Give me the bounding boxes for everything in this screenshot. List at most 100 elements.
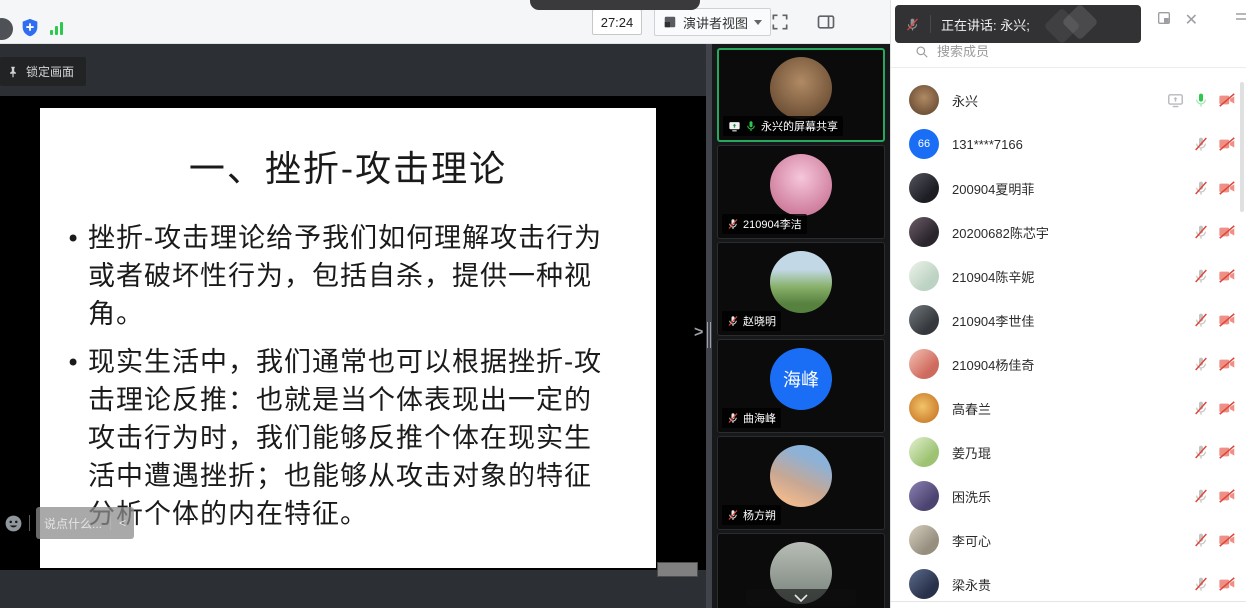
member-row[interactable]: 210904李世佳 xyxy=(891,298,1246,342)
screen-share-icon xyxy=(1167,92,1184,109)
emoji-icon[interactable] xyxy=(4,514,23,533)
expand-strip-chevron[interactable]: > xyxy=(694,324,703,342)
member-status-icons xyxy=(1167,92,1236,109)
mic-muted-icon xyxy=(1193,224,1209,240)
member-name: 210904李世佳 xyxy=(952,311,1193,330)
tile-avatar xyxy=(770,445,832,507)
member-name: 20200682陈芯宇 xyxy=(952,223,1193,242)
video-tile[interactable]: 赵晓明 xyxy=(717,242,885,336)
member-row[interactable]: 200904夏明菲 xyxy=(891,166,1246,210)
presentation-slide: 一、挫折-攻击理论 • 挫折-攻击理论给予我们如何理解攻击行为 或者破坏性行为，… xyxy=(40,108,656,568)
video-tile[interactable]: 210904李洁 xyxy=(717,145,885,239)
video-tile[interactable]: 永兴的屏幕共享 xyxy=(717,48,885,142)
camera-off-icon xyxy=(1218,224,1236,240)
member-name: 困洗乐 xyxy=(952,487,1193,506)
panel-scrollbar[interactable] xyxy=(1240,82,1244,212)
member-row[interactable]: 困洗乐 xyxy=(891,474,1246,518)
camera-off-icon xyxy=(1218,356,1236,372)
window-avatar-icon[interactable] xyxy=(0,18,13,40)
member-status-icons xyxy=(1193,532,1236,548)
member-name: 210904杨佳奇 xyxy=(952,355,1193,374)
member-list: 永兴 66 131****7166 xyxy=(891,78,1246,606)
lock-view-button[interactable]: 锁定画面 xyxy=(0,57,86,86)
camera-off-icon xyxy=(1218,136,1236,152)
meeting-window: 27:24 演讲者视图 锁定画面 一、挫折-攻击理论 • 挫折-攻击理论给予我们… xyxy=(0,0,1246,608)
tile-avatar xyxy=(770,251,832,313)
popout-panel-icon[interactable] xyxy=(1156,10,1172,26)
speaking-banner[interactable]: 正在讲话: 永兴; xyxy=(895,5,1141,43)
side-panel-icon[interactable] xyxy=(816,12,836,32)
scroll-down-button[interactable] xyxy=(746,589,856,606)
screen-share-view: 一、挫折-攻击理论 • 挫折-攻击理论给予我们如何理解攻击行为 或者破坏性行为，… xyxy=(0,96,706,570)
camera-off-icon xyxy=(1218,400,1236,416)
chat-collapse-arrow[interactable]: < xyxy=(119,516,126,530)
member-status-icons xyxy=(1193,268,1236,284)
quick-chat: 说点什么... < xyxy=(4,507,134,539)
member-status-icons xyxy=(1193,576,1236,592)
close-panel-icon[interactable]: ✕ xyxy=(1185,10,1198,30)
member-avatar xyxy=(909,217,939,247)
video-tile[interactable]: 海峰 曲海峰 xyxy=(717,339,885,433)
member-row[interactable]: 李可心 xyxy=(891,518,1246,562)
chevron-down-icon xyxy=(794,594,808,602)
shared-screen-scrollbar[interactable] xyxy=(657,562,698,577)
member-row[interactable]: 永兴 xyxy=(891,78,1246,122)
mic-muted-icon xyxy=(1193,532,1209,548)
member-avatar xyxy=(909,173,939,203)
video-tile[interactable]: 杨方朔 xyxy=(717,436,885,530)
participants-panel: ✕ 永兴 66 131****7166 xyxy=(890,0,1246,608)
member-row[interactable]: 210904杨佳奇 xyxy=(891,342,1246,386)
speaking-text: 正在讲话: 永兴; xyxy=(941,15,1030,34)
fullscreen-icon[interactable] xyxy=(770,12,790,32)
tile-participant-name: 赵晓明 xyxy=(743,313,776,329)
lock-view-label: 锁定画面 xyxy=(26,63,74,80)
member-row[interactable]: 20200682陈芯宇 xyxy=(891,210,1246,254)
member-avatar xyxy=(909,349,939,379)
mic-muted-icon xyxy=(727,509,739,521)
member-row[interactable]: 梁永贵 xyxy=(891,562,1246,606)
tile-avatar xyxy=(770,154,832,216)
mic-muted-icon xyxy=(1193,400,1209,416)
bullet-marker: • xyxy=(66,220,88,334)
self-mic-muted-icon xyxy=(905,17,920,32)
camera-off-icon xyxy=(1218,488,1236,504)
network-signal-icon[interactable] xyxy=(50,21,63,35)
member-status-icons xyxy=(1193,488,1236,504)
mic-muted-icon xyxy=(1193,444,1209,460)
member-status-icons xyxy=(1193,180,1236,196)
member-row[interactable]: 高春兰 xyxy=(891,386,1246,430)
member-name: 131****7166 xyxy=(952,137,1193,152)
tile-name-label: 赵晓明 xyxy=(722,311,781,331)
member-avatar xyxy=(909,437,939,467)
member-status-icons xyxy=(1193,224,1236,240)
member-name: 高春兰 xyxy=(952,399,1193,418)
member-row[interactable]: 66 131****7166 xyxy=(891,122,1246,166)
camera-off-icon xyxy=(1218,180,1236,196)
mic-on-icon xyxy=(1193,92,1209,108)
member-status-icons xyxy=(1193,444,1236,460)
tile-participant-name: 永兴的屏幕共享 xyxy=(761,118,838,134)
tile-name-label: 永兴的屏幕共享 xyxy=(723,116,843,136)
view-mode-button[interactable]: 演讲者视图 xyxy=(654,8,771,36)
screen-share-icon xyxy=(728,120,741,133)
mic-muted-icon xyxy=(1193,136,1209,152)
member-row[interactable]: 210904陈辛妮 xyxy=(891,254,1246,298)
member-avatar xyxy=(909,481,939,511)
chat-divider xyxy=(29,515,30,531)
camera-off-icon xyxy=(1218,444,1236,460)
security-shield-icon[interactable] xyxy=(19,17,41,39)
menu-icon-partial[interactable] xyxy=(1236,10,1246,24)
main-stage: 锁定画面 一、挫折-攻击理论 • 挫折-攻击理论给予我们如何理解攻击行为 或者破… xyxy=(0,44,706,608)
search-input[interactable] xyxy=(937,44,1177,59)
slide-bullet: • 现实生活中，我们通常也可以根据挫折-攻 击理论反推：也就是当个体表现出一定的… xyxy=(66,344,642,534)
chat-input[interactable]: 说点什么... < xyxy=(36,507,134,539)
member-avatar xyxy=(909,393,939,423)
slide-bullet-list: • 挫折-攻击理论给予我们如何理解攻击行为 或者破坏性行为，包括自杀，提供一种视… xyxy=(40,220,656,534)
member-avatar xyxy=(909,305,939,335)
member-row[interactable]: 姜乃琨 xyxy=(891,430,1246,474)
member-status-icons xyxy=(1193,400,1236,416)
tile-name-label: 杨方朔 xyxy=(722,505,781,525)
pin-icon xyxy=(6,65,20,79)
chevron-down-icon xyxy=(754,20,762,25)
bullet-text: 现实生活中，我们通常也可以根据挫折-攻 击理论反推：也就是当个体表现出一定的 攻… xyxy=(88,344,602,534)
